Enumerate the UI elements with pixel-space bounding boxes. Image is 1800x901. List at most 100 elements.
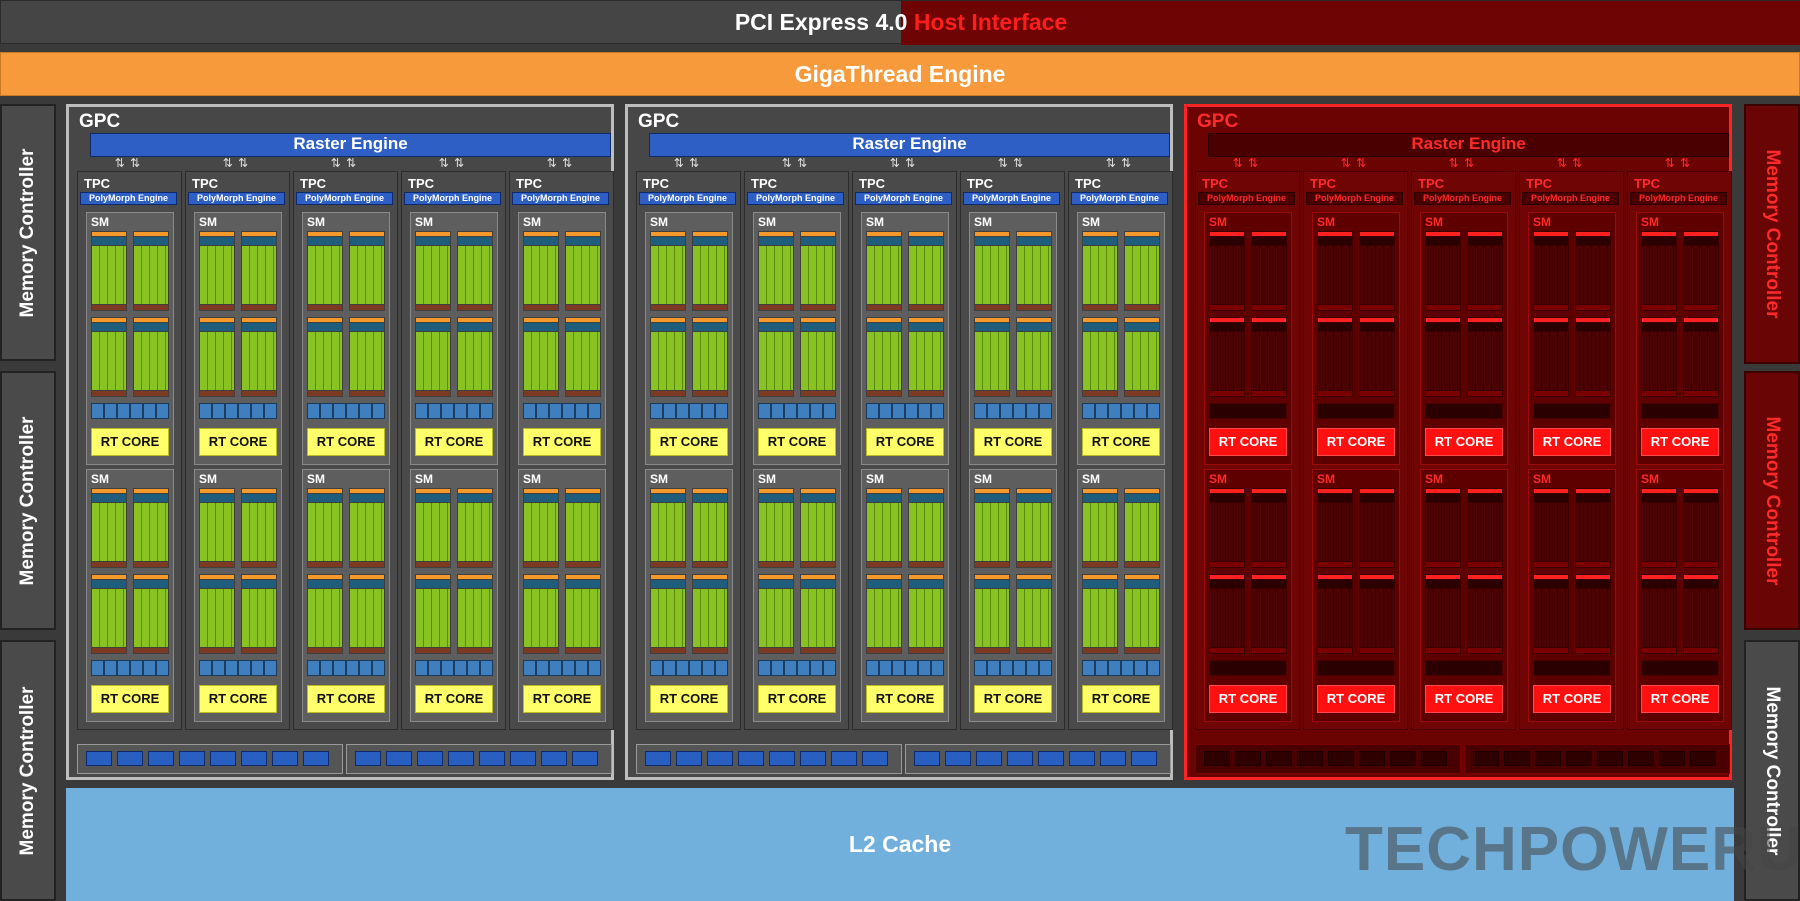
load-store-units <box>1426 562 1460 567</box>
sm-processing-block <box>1575 574 1611 654</box>
sm-processing-block <box>133 488 169 568</box>
cuda-cores <box>200 589 234 647</box>
memory-controller-label: Memory Controller <box>17 148 38 317</box>
warp-scheduler-bar <box>416 232 450 236</box>
rop-bank <box>905 744 1171 774</box>
sm-label: SM <box>866 215 884 229</box>
polymorph-engine: PolyMorph Engine <box>1198 192 1295 205</box>
register-file <box>759 494 793 502</box>
warp-scheduler-bar <box>1017 232 1051 236</box>
sm: SM RT CORE <box>86 469 174 722</box>
load-store-units <box>134 391 168 396</box>
cuda-cores <box>693 332 727 390</box>
sm-processing-block <box>1467 317 1503 397</box>
warp-scheduler-bar <box>1125 575 1159 579</box>
warp-scheduler-bar <box>1684 489 1718 493</box>
warp-scheduler-bar <box>1360 232 1394 236</box>
cuda-cores <box>242 589 276 647</box>
tpc-label: TPC <box>516 176 542 191</box>
sm-processing-block <box>415 231 451 311</box>
load-store-units <box>1534 391 1568 396</box>
sm-processing-block <box>866 488 902 568</box>
cuda-cores <box>524 246 558 304</box>
sm-processing-block <box>1359 317 1395 397</box>
warp-scheduler-bar <box>759 232 793 236</box>
sm: SM RT CORE <box>1528 212 1616 465</box>
sm-processing-block <box>974 488 1010 568</box>
warp-scheduler-bar <box>975 575 1009 579</box>
sm-processing-block <box>241 488 277 568</box>
warp-scheduler-bar <box>524 318 558 322</box>
warp-scheduler-bar <box>416 575 450 579</box>
register-file <box>1083 580 1117 588</box>
load-store-units <box>566 562 600 567</box>
warp-scheduler-bar <box>651 232 685 236</box>
cuda-cores <box>92 246 126 304</box>
tpc-label: TPC <box>1075 176 1101 191</box>
sm-processing-block <box>650 488 686 568</box>
sm-processing-block <box>1016 488 1052 568</box>
sm: SM RT CORE <box>302 469 390 722</box>
rop-bank <box>77 744 343 774</box>
register-file <box>308 494 342 502</box>
data-flow-arrows: ⇅ ⇅ <box>1448 156 1476 170</box>
tpc-label: TPC <box>1418 176 1444 191</box>
load-store-units <box>350 305 384 310</box>
sm-label: SM <box>199 215 217 229</box>
tpc: TPC PolyMorph Engine SM RT CORE SM RT CORE <box>636 171 741 730</box>
rop-unit <box>479 751 505 766</box>
data-flow-arrows: ⇅ ⇅ <box>1232 156 1260 170</box>
rop-unit <box>1504 751 1530 766</box>
rt-core: RT CORE <box>1533 685 1611 713</box>
warp-scheduler-bar <box>458 489 492 493</box>
load-store-units <box>134 562 168 567</box>
rt-core: RT CORE <box>1082 685 1160 713</box>
cuda-cores <box>1210 246 1244 304</box>
warp-scheduler-bar <box>566 232 600 236</box>
register-file <box>1684 237 1718 245</box>
tpc-label: TPC <box>643 176 669 191</box>
register-file <box>1468 323 1502 331</box>
texture-units <box>1641 403 1719 419</box>
register-file <box>242 580 276 588</box>
warp-scheduler-bar <box>458 575 492 579</box>
load-store-units <box>200 648 234 653</box>
sm-processing-block <box>1251 488 1287 568</box>
sm-processing-block <box>307 574 343 654</box>
register-file <box>308 580 342 588</box>
cuda-cores <box>801 332 835 390</box>
warp-scheduler-bar <box>693 318 727 322</box>
sm-processing-block <box>1425 231 1461 311</box>
register-file <box>350 494 384 502</box>
warp-scheduler-bar <box>801 575 835 579</box>
tpc: TPC PolyMorph Engine SM RT CORE SM RT CORE <box>401 171 506 730</box>
warp-scheduler-bar <box>242 318 276 322</box>
register-file <box>134 323 168 331</box>
cuda-cores <box>1468 246 1502 304</box>
load-store-units <box>458 305 492 310</box>
sm-processing-block <box>650 574 686 654</box>
sm-processing-block <box>1251 231 1287 311</box>
register-file <box>524 494 558 502</box>
cuda-cores <box>1318 503 1352 561</box>
register-file <box>1426 580 1460 588</box>
rop-unit <box>1297 751 1323 766</box>
rt-core: RT CORE <box>1533 428 1611 456</box>
load-store-units <box>1642 562 1676 567</box>
rop-unit <box>1100 751 1126 766</box>
polymorph-engine: PolyMorph Engine <box>296 192 393 205</box>
register-file <box>458 237 492 245</box>
warp-scheduler-bar <box>1360 318 1394 322</box>
warp-scheduler-bar <box>1576 318 1610 322</box>
load-store-units <box>458 562 492 567</box>
tpc: TPC PolyMorph Engine SM RT CORE SM RT CORE <box>1068 171 1173 730</box>
warp-scheduler-bar <box>759 575 793 579</box>
warp-scheduler-bar <box>524 575 558 579</box>
warp-scheduler-bar <box>1318 232 1352 236</box>
tpc-label: TPC <box>300 176 326 191</box>
register-file <box>1252 494 1286 502</box>
cuda-cores <box>134 332 168 390</box>
warp-scheduler-bar <box>524 489 558 493</box>
warp-scheduler-bar <box>909 232 943 236</box>
rt-core: RT CORE <box>650 685 728 713</box>
